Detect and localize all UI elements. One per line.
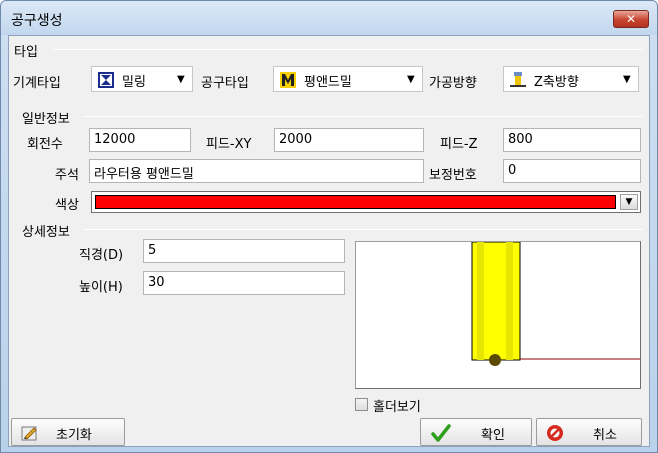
window-title: 공구생성 [11, 13, 63, 29]
feed-z-label: 피드-Z [440, 137, 478, 152]
cancel-icon [545, 423, 565, 443]
feed-xy-input[interactable]: 2000 [274, 128, 424, 152]
height-input[interactable]: 30 [143, 271, 345, 295]
direction-label: 가공방향 [429, 76, 477, 91]
tool-preview-pane [355, 241, 641, 389]
rpm-input[interactable]: 12000 [89, 128, 191, 152]
general-section-heading: 일반정보 [22, 112, 70, 127]
reset-icon [20, 423, 40, 443]
holder-view-checkbox[interactable] [355, 398, 368, 411]
reset-button[interactable]: 초기화 [11, 418, 125, 446]
ok-button[interactable]: 확인 [420, 418, 532, 446]
detail-section-divider [83, 229, 643, 230]
machine-type-label: 기계타입 [13, 76, 61, 91]
holder-view-label: 홀더보기 [373, 400, 421, 415]
chevron-down-icon: ▼ [177, 74, 185, 85]
machine-type-value: 밀링 [122, 75, 146, 90]
chevron-down-icon[interactable]: ▼ [620, 194, 638, 210]
dialog-body: 타입 기계타입 밀링 ▼ 공구타입 평앤드밀 ▼ 가공방향 Z축방향 ▼ 일반정… [8, 35, 650, 447]
type-section-divider [53, 49, 643, 50]
color-label: 색상 [55, 198, 79, 213]
close-button[interactable]: ✕ [613, 10, 649, 28]
check-icon [431, 423, 451, 443]
milling-icon [97, 71, 115, 89]
color-swatch [95, 195, 616, 209]
direction-value: Z축방향 [534, 75, 579, 90]
comment-label: 주석 [55, 168, 79, 183]
feed-z-input[interactable]: 800 [503, 128, 641, 152]
title-bar[interactable]: 공구생성 ✕ [1, 1, 657, 35]
diameter-input[interactable]: 5 [143, 239, 345, 263]
comment-input[interactable]: 라우터용 평앤드밀 [89, 159, 424, 183]
chevron-down-icon: ▼ [407, 74, 415, 85]
tool-type-label: 공구타입 [201, 76, 249, 91]
general-section-divider [83, 116, 643, 117]
color-picker-combo[interactable]: ▼ [91, 191, 641, 213]
machine-type-combo[interactable]: 밀링 ▼ [91, 66, 193, 92]
chevron-down-icon: ▼ [623, 74, 631, 85]
rpm-label: 회전수 [27, 137, 63, 152]
type-section-heading: 타입 [14, 45, 38, 60]
reset-button-label: 초기화 [56, 428, 92, 443]
direction-combo[interactable]: Z축방향 ▼ [503, 66, 639, 92]
offset-no-label: 보정번호 [429, 168, 477, 183]
tool-type-combo[interactable]: 평앤드밀 ▼ [273, 66, 423, 92]
offset-no-input[interactable]: 0 [503, 159, 641, 183]
cancel-button-label: 취소 [593, 428, 617, 443]
z-axis-tool-icon [509, 71, 527, 89]
feed-xy-label: 피드-XY [206, 137, 252, 152]
flat-endmill-icon [279, 71, 297, 89]
detail-section-heading: 상세정보 [22, 225, 70, 240]
tool-preview-drawing [471, 241, 640, 366]
tool-create-dialog: 공구생성 ✕ 타입 기계타입 밀링 ▼ 공구타입 평앤드밀 ▼ 가공방향 Z축방… [0, 0, 658, 453]
diameter-label: 직경(D) [79, 248, 124, 263]
tool-type-value: 평앤드밀 [304, 75, 352, 90]
height-label: 높이(H) [79, 280, 123, 295]
ok-button-label: 확인 [481, 428, 505, 443]
cancel-button[interactable]: 취소 [536, 418, 642, 446]
